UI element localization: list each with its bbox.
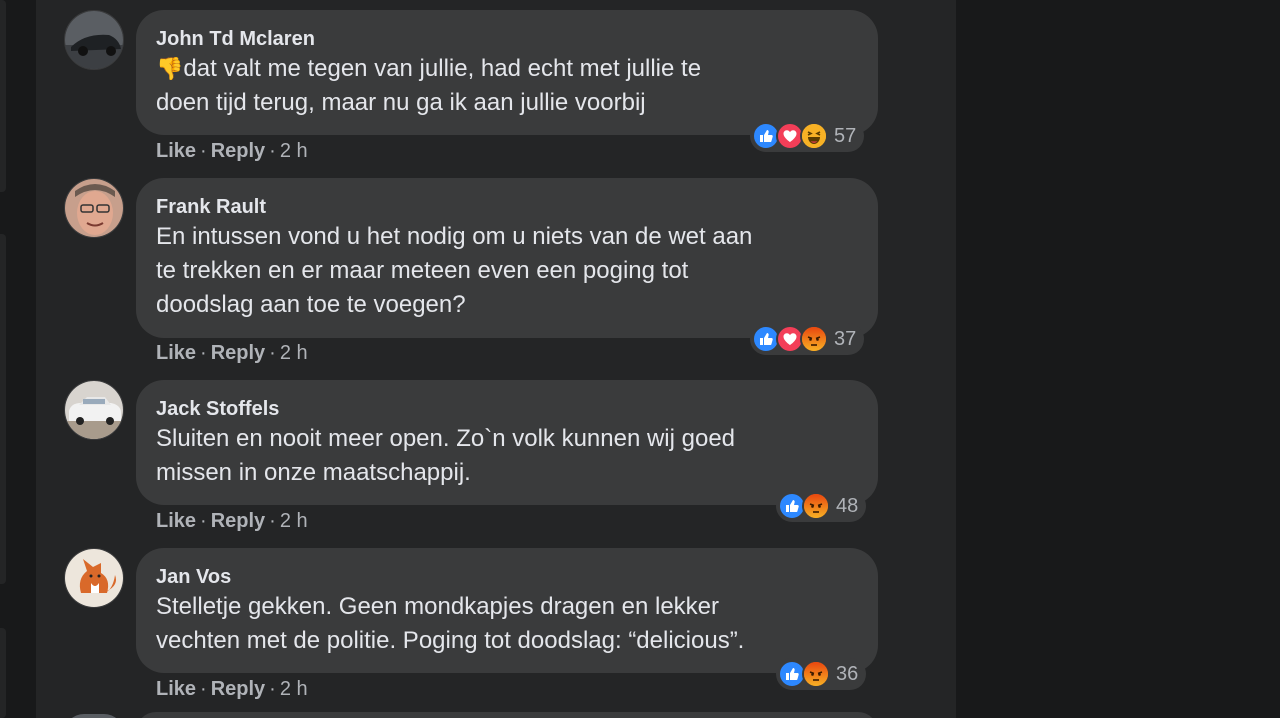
reply-button[interactable]: Reply [211,342,265,364]
left-strip-segment [0,628,6,718]
reactions-summary[interactable]: 37 [750,323,865,355]
separator-dot: · [200,678,207,700]
separator-dot: · [200,342,207,364]
reply-button[interactable]: Reply [211,140,265,162]
reply-button[interactable]: Reply [211,678,265,700]
separator-dot: · [200,140,207,162]
reactions-summary[interactable]: 57 [750,120,865,152]
angry-reaction-icon [800,325,828,353]
comment-text: Stelletje gekken. Geen mondkapjes dragen… [156,593,745,654]
comment-actions: Like · Reply · 2 h [156,342,308,365]
avatar[interactable] [64,548,124,608]
like-button[interactable]: Like [156,510,196,532]
left-strip-segment [0,234,6,584]
reactions-summary[interactable]: 36 [776,658,867,690]
comment-actions: Like · Reply · 2 h [156,510,308,533]
comment: John Td Mclaren 👎dat valt me tegen van j… [64,10,884,170]
comment-actions: Like · Reply · 2 h [156,678,308,701]
comment-author[interactable]: John Td Mclaren [156,26,856,52]
separator-dot: · [269,510,276,532]
comment-text: En intussen vond u het nodig om u niets … [156,223,753,318]
like-button[interactable]: Like [156,140,196,162]
comment-author[interactable]: Jan Vos [156,564,856,590]
comment-timestamp[interactable]: 2 h [280,140,308,162]
reaction-count: 36 [836,662,859,685]
comment-timestamp[interactable]: 2 h [280,510,308,532]
angry-reaction-icon [802,660,830,688]
comment: Jack Stoffels Sluiten en nooit meer open… [64,380,884,540]
reactions-summary[interactable]: 48 [776,490,867,522]
like-button[interactable]: Like [156,342,196,364]
avatar[interactable] [64,178,124,238]
next-comment-bubble-edge [136,712,878,718]
haha-reaction-icon [800,122,828,150]
comment-bubble: Jan Vos Stelletje gekken. Geen mondkapje… [136,548,878,673]
separator-dot: · [269,342,276,364]
separator-dot: · [269,140,276,162]
comment: Jan Vos Stelletje gekken. Geen mondkapje… [64,548,884,708]
comment-actions: Like · Reply · 2 h [156,140,308,163]
right-background [956,0,1280,718]
comment-bubble: Jack Stoffels Sluiten en nooit meer open… [136,380,878,505]
comment-timestamp[interactable]: 2 h [280,678,308,700]
reaction-count: 48 [836,494,859,517]
thumbs-down-emoji: 👎 [156,56,184,81]
angry-reaction-icon [802,492,830,520]
avatar[interactable] [64,380,124,440]
comment-text-body: dat valt me tegen van jullie, had echt m… [156,55,702,116]
comment-timestamp[interactable]: 2 h [280,342,308,364]
like-button[interactable]: Like [156,678,196,700]
comment-bubble: Frank Rault En intussen vond u het nodig… [136,178,878,338]
comment-bubble: John Td Mclaren 👎dat valt me tegen van j… [136,10,878,135]
comment-text: 👎dat valt me tegen van jullie, had echt … [156,52,856,120]
reaction-count: 57 [834,124,857,147]
comment: Frank Rault En intussen vond u het nodig… [64,178,884,373]
comment-text: Sluiten en nooit meer open. Zo`n volk ku… [156,425,736,486]
separator-dot: · [200,510,207,532]
avatar[interactable] [64,10,124,70]
comment-author[interactable]: Frank Rault [156,194,856,220]
left-strip-segment [0,0,6,192]
left-strip [0,0,8,718]
reaction-count: 37 [834,327,857,350]
separator-dot: · [269,678,276,700]
reply-button[interactable]: Reply [211,510,265,532]
comment-author[interactable]: Jack Stoffels [156,396,856,422]
